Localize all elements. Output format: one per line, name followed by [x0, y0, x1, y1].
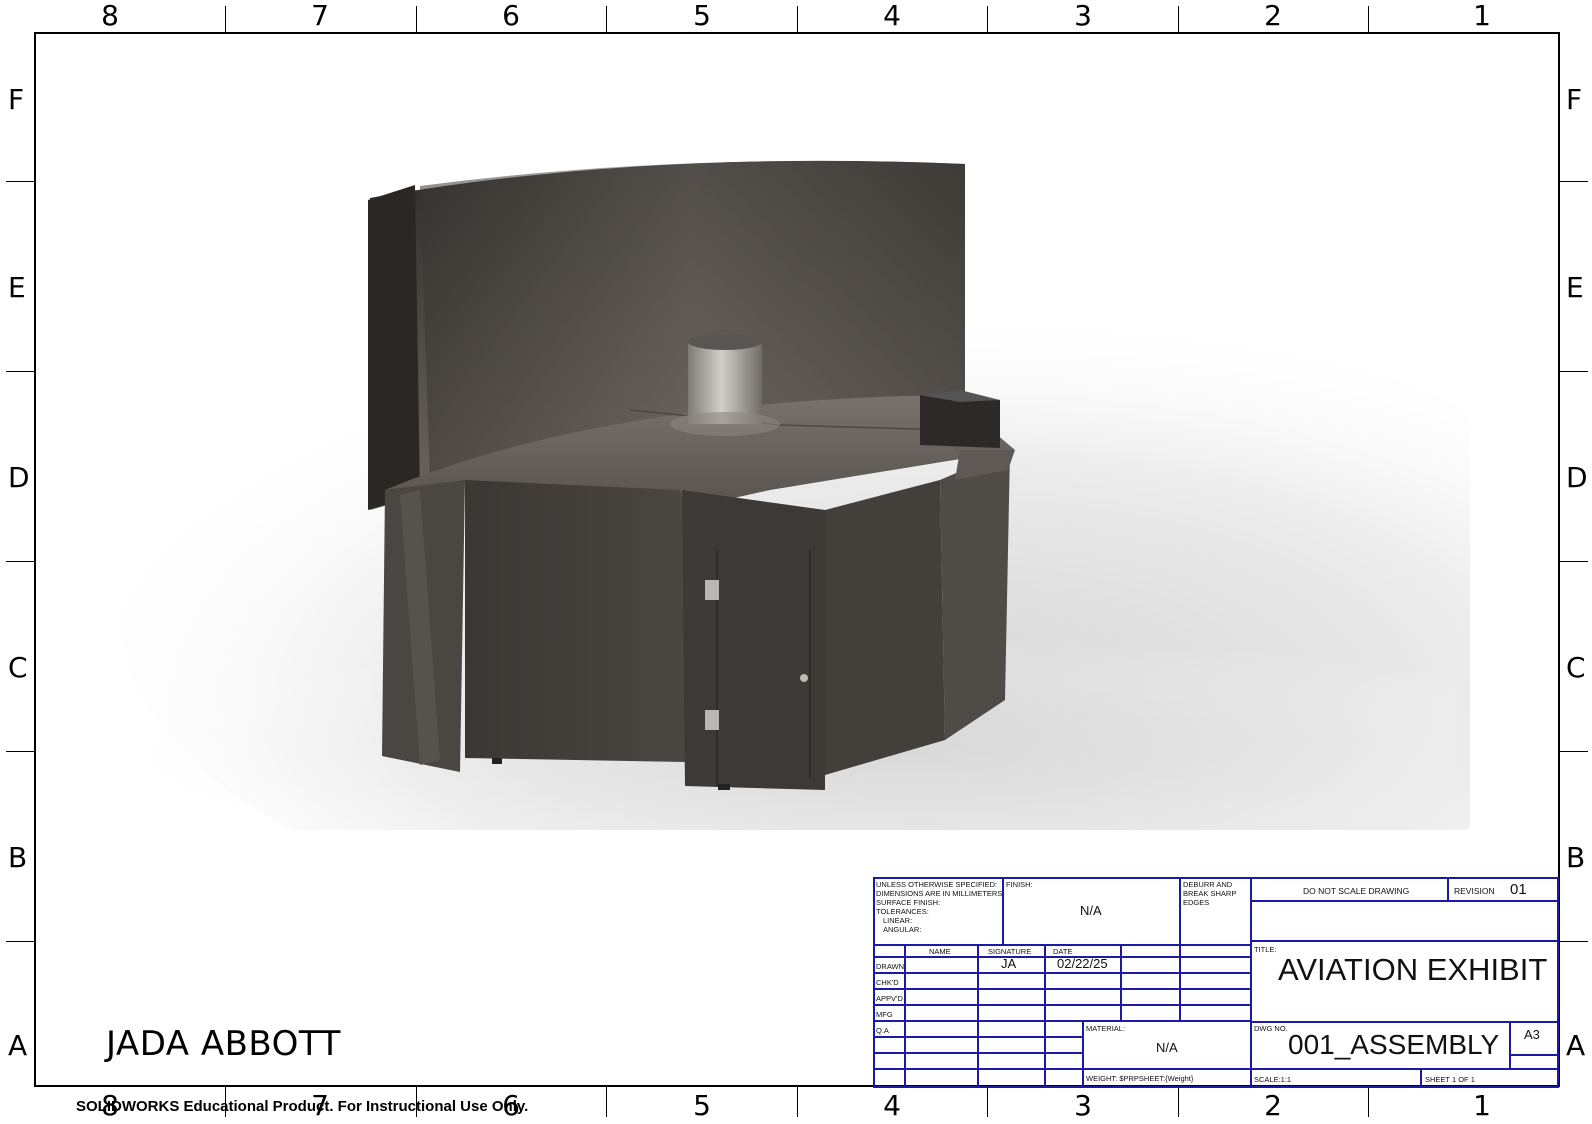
row-label-approved: APPV'D: [876, 994, 903, 1003]
sheet-size: A3: [1524, 1027, 1540, 1042]
row-label-drawn: DRAWN: [876, 962, 905, 971]
zone-col-label: 3: [1074, 0, 1092, 32]
zone-col-label: 1: [1473, 1089, 1491, 1122]
exhibit-3d-render: [120, 160, 1470, 830]
zone-row-label: D: [1566, 461, 1588, 494]
zone-col-label: 7: [311, 0, 329, 32]
col-name-header: NAME: [929, 947, 951, 956]
finish-label: FINISH:: [1006, 880, 1033, 889]
deburr-note-line: EDGES: [1183, 898, 1210, 907]
drawn-signature: JA: [1001, 956, 1017, 971]
revision-label: REVISION: [1454, 886, 1495, 896]
zone-col-label: 8: [101, 0, 119, 32]
zone-row-label: C: [8, 651, 28, 684]
zone-row-label: D: [8, 461, 30, 494]
educational-watermark: SOLIDWORKS Educational Product. For Inst…: [76, 1098, 529, 1115]
zone-col-label: 1: [1473, 0, 1491, 32]
zone-col-label: 4: [883, 0, 901, 32]
dwg-no-value: 001_ASSEMBLY: [1288, 1029, 1500, 1060]
zone-row-label: A: [8, 1029, 28, 1062]
row-label-mfg: MFG: [876, 1010, 893, 1019]
drafter-name: JADA ABBOTT: [106, 1024, 341, 1064]
zone-col-label: 3: [1074, 1089, 1092, 1122]
finish-value: N/A: [1080, 903, 1102, 918]
drawing-title: AVIATION EXHIBIT: [1278, 952, 1548, 987]
zone-row-label: F: [8, 83, 25, 116]
row-label-qa: Q.A: [876, 1026, 889, 1035]
material-value: N/A: [1156, 1040, 1178, 1055]
title-block: UNLESS OTHERWISE SPECIFIED: DIMENSIONS A…: [873, 877, 1559, 1088]
zone-col-label: 2: [1264, 0, 1282, 32]
zone-row-label: A: [1566, 1029, 1586, 1062]
zone-col-label: 5: [693, 1089, 711, 1122]
zone-row-label: C: [1566, 651, 1586, 684]
zone-row-label: E: [8, 271, 26, 304]
zone-col-label: 6: [502, 0, 520, 32]
material-label: MATERIAL:: [1086, 1024, 1126, 1033]
zone-row-label: E: [1566, 271, 1584, 304]
title-label: TITLE:: [1254, 945, 1277, 954]
dwg-no-label: DWG NO.: [1254, 1024, 1288, 1033]
zone-col-label: 5: [693, 0, 711, 32]
zone-row-label: B: [1566, 841, 1586, 874]
spec-note-line: ANGULAR:: [883, 925, 922, 934]
scale-label: SCALE:1:1: [1254, 1075, 1292, 1084]
zone-col-label: 4: [883, 1089, 901, 1122]
zone-row-label: B: [8, 841, 28, 874]
weight-label: WEIGHT: $PRPSHEET:{Weight}: [1086, 1074, 1194, 1083]
sheet-label: SHEET 1 OF 1: [1425, 1075, 1475, 1084]
revision-value: 01: [1510, 881, 1527, 898]
zone-col-label: 2: [1264, 1089, 1282, 1122]
do-not-scale-note: DO NOT SCALE DRAWING: [1303, 886, 1410, 896]
zone-row-label: F: [1566, 83, 1583, 116]
drawn-date: 02/22/25: [1057, 956, 1108, 971]
row-label-checked: CHK'D: [876, 978, 899, 987]
